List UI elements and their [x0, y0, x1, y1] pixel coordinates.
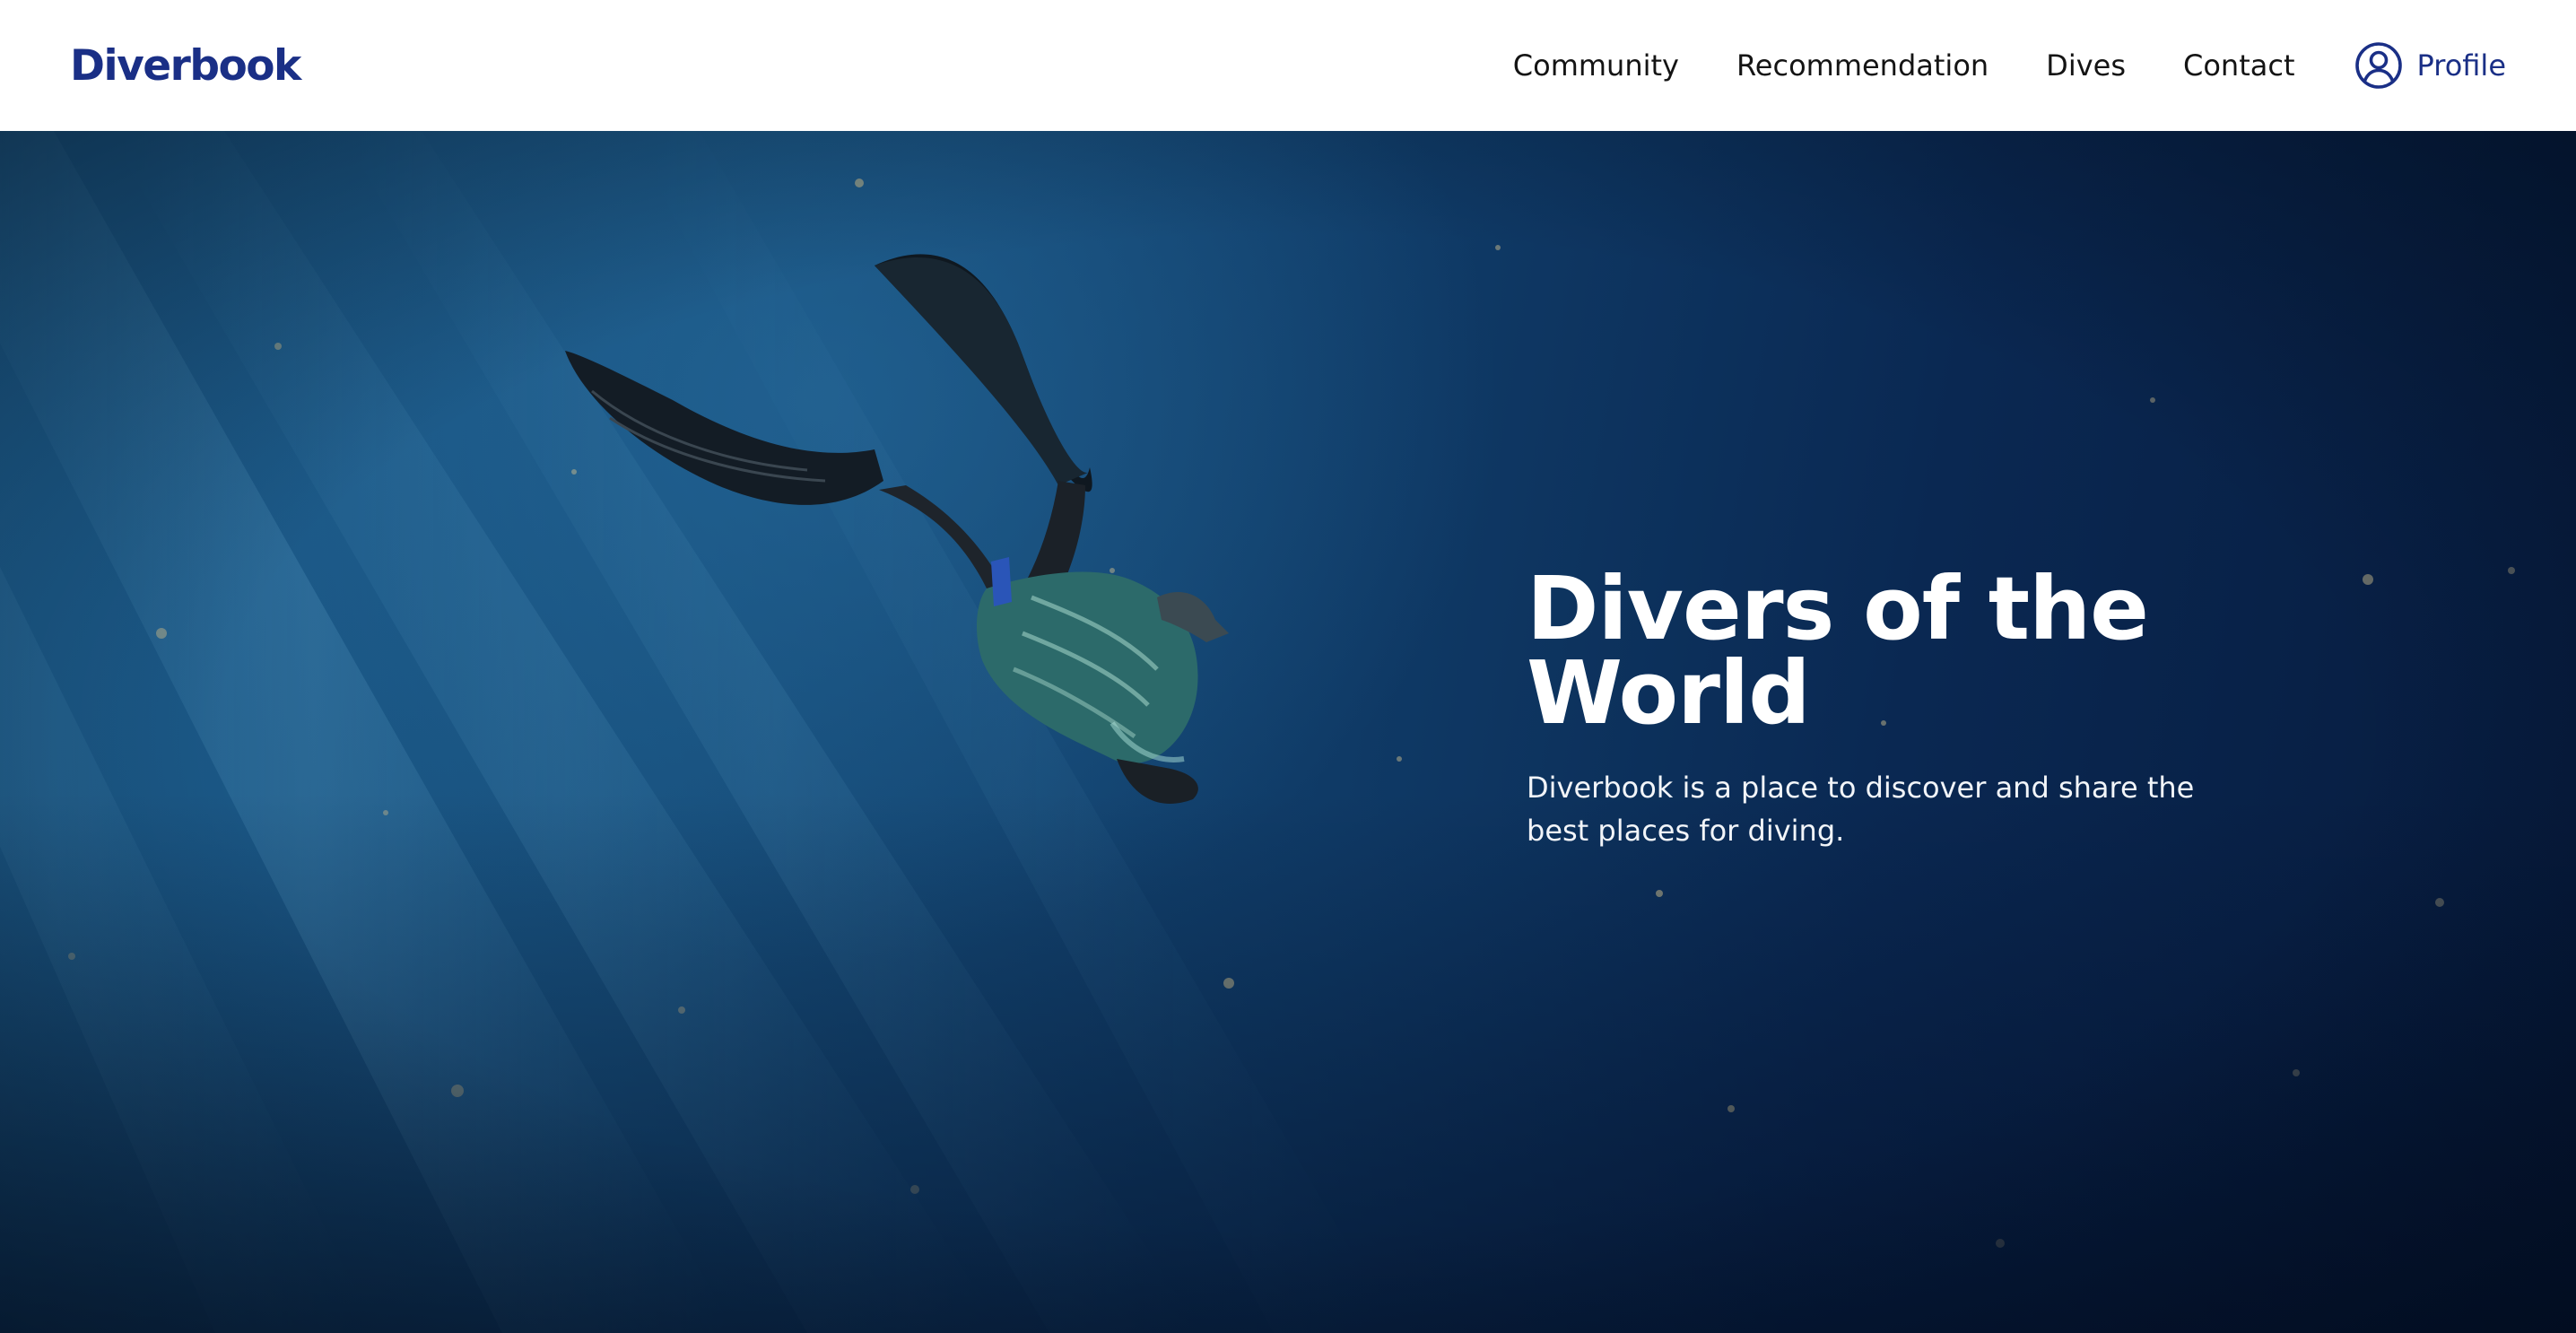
- hero-section: Divers of the World Diverbook is a place…: [0, 131, 2576, 1333]
- profile-label: Profile: [2416, 48, 2507, 83]
- brand-logo[interactable]: Diverbook: [70, 41, 301, 91]
- nav-dives[interactable]: Dives: [2046, 48, 2126, 83]
- nav-contact[interactable]: Contact: [2183, 48, 2295, 83]
- hero-text-block: Divers of the World Diverbook is a place…: [1527, 558, 2316, 852]
- hero-title: Divers of the World: [1527, 558, 2149, 744]
- nav-community[interactable]: Community: [1513, 48, 1679, 83]
- nav-links: Community Recommendation Dives Contact: [1513, 48, 2295, 83]
- top-navbar: Diverbook Community Recommendation Dives…: [0, 0, 2576, 131]
- profile-link[interactable]: Profile: [2354, 41, 2507, 90]
- nav-recommendation[interactable]: Recommendation: [1736, 48, 1989, 83]
- user-circle-icon: [2354, 42, 2402, 89]
- hero-description: Diverbook is a place to discover and sha…: [1527, 771, 2195, 848]
